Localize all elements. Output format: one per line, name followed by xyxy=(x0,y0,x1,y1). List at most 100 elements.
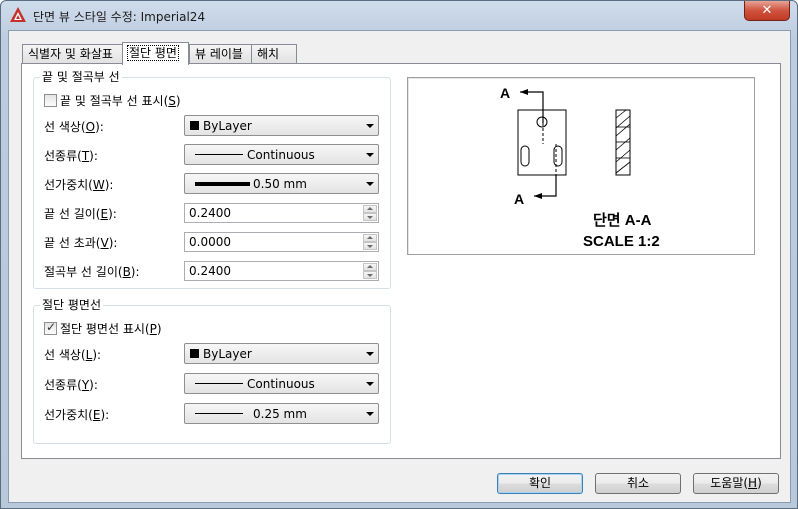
cp-linetype-dropdown[interactable]: Continuous xyxy=(184,373,379,394)
lineweight-dropdown[interactable]: 0.50 mm xyxy=(184,173,379,194)
checkbox-box[interactable]: ✓ xyxy=(44,320,57,335)
scale-label: SCALE 1:2 xyxy=(583,233,660,250)
color-swatch xyxy=(190,121,199,130)
dropdown-value: ByLayer xyxy=(203,119,252,133)
section-hatch xyxy=(615,109,631,174)
tab-label: 해치 xyxy=(257,47,280,61)
dialog-client-area: 식별자 및 화살표 절단 평면 뷰 레이블 해치 끝 및 절곡부 선 끝 및 절… xyxy=(8,30,791,503)
arrow-up-icon xyxy=(367,236,373,239)
bend-line-length-label: 절곡부 선 길이(B): xyxy=(44,265,140,279)
arrow-top xyxy=(520,89,528,95)
cutting-plane-lines-group: 절단 평면선 ✓ 절단 평면선 표시(P) 선 색상(L): ByLayer 선종… xyxy=(33,298,391,444)
label-suffix: ) xyxy=(156,322,162,336)
chevron-down-icon xyxy=(366,412,374,416)
dialog-window: 단면 뷰 스타일 수정: Imperial24 ✕ 식별자 및 화살표 절단 평… xyxy=(0,0,798,509)
spin-up-button[interactable] xyxy=(363,205,377,213)
spinner-value: 0.0000 xyxy=(189,235,231,249)
line-color-label: 선 색상(O): xyxy=(44,120,104,134)
chevron-down-icon xyxy=(366,124,374,128)
arrow-down-icon xyxy=(367,274,373,277)
spin-up-button[interactable] xyxy=(363,263,377,271)
arrow-up-icon xyxy=(367,207,373,210)
section-view-preview: A A 단면 A-A SCALE 1:2 xyxy=(407,77,755,255)
linetype-dropdown[interactable]: Continuous xyxy=(184,144,379,165)
label-suffix: ) xyxy=(757,476,762,490)
chevron-down-icon xyxy=(366,382,374,386)
linetype-label: 선종류(T): xyxy=(44,149,98,163)
checkbox-label: 절단 평면선 표시( xyxy=(60,322,150,336)
tab-view-label[interactable]: 뷰 레이블 xyxy=(189,44,252,64)
tab-label: 뷰 레이블 xyxy=(195,47,243,61)
mnemonic: P xyxy=(149,322,157,336)
cancel-button[interactable]: 취소 xyxy=(595,473,681,494)
lineweight-label: 선가중치(W): xyxy=(44,178,114,192)
chevron-down-icon xyxy=(366,182,374,186)
label-suffix: ) xyxy=(175,94,181,108)
tab-identifiers-arrows[interactable]: 식별자 및 화살표 xyxy=(22,44,123,64)
chevron-down-icon xyxy=(366,352,374,356)
spin-up-button[interactable] xyxy=(363,234,377,242)
bend-line-length-spinner[interactable]: 0.2400 xyxy=(184,261,379,281)
end-line-overshoot-spinner[interactable]: 0.0000 xyxy=(184,232,379,252)
spin-down-button[interactable] xyxy=(363,242,377,250)
close-button[interactable]: ✕ xyxy=(744,1,790,21)
cp-lineweight-label: 선가중치(E): xyxy=(44,408,110,422)
group-title: 절단 평면선 xyxy=(40,298,104,312)
autocad-app-icon xyxy=(10,7,26,22)
end-bend-lines-group: 끝 및 절곡부 선 끝 및 절곡부 선 표시(S) 선 색상(O): ByLay… xyxy=(33,70,391,289)
cutting-plane-panel: 끝 및 절곡부 선 끝 및 절곡부 선 표시(S) 선 색상(O): ByLay… xyxy=(21,63,781,459)
button-label: 도움말( xyxy=(710,476,749,490)
arrow-bottom xyxy=(534,193,542,199)
end-line-length-spinner[interactable]: 0.2400 xyxy=(184,203,379,223)
ok-button[interactable]: 확인 xyxy=(497,473,583,494)
spinner-value: 0.2400 xyxy=(189,264,231,278)
title-bar[interactable]: 단면 뷰 스타일 수정: Imperial24 ✕ xyxy=(1,1,797,29)
button-label: 확인 xyxy=(528,476,552,490)
end-line-length-label: 끝 선 길이(E): xyxy=(44,207,117,221)
cutting-line-bottom xyxy=(534,175,557,197)
mnemonic: S xyxy=(168,94,176,108)
part-slot-right xyxy=(553,145,563,167)
part-hole xyxy=(536,116,548,128)
arrow-down-icon xyxy=(367,245,373,248)
help-button[interactable]: 도움말(H) xyxy=(693,473,779,494)
close-icon: ✕ xyxy=(761,3,773,18)
linetype-sample xyxy=(195,383,243,384)
line-color-dropdown[interactable]: ByLayer xyxy=(184,115,379,136)
spin-down-button[interactable] xyxy=(363,271,377,279)
dropdown-value: Continuous xyxy=(247,377,315,391)
cp-lineweight-dropdown[interactable]: 0.25 mm xyxy=(184,403,379,424)
tab-hatch[interactable]: 해치 xyxy=(251,44,297,64)
lineweight-sample xyxy=(195,413,243,414)
tab-label: 절단 평면 xyxy=(127,45,179,61)
dropdown-value: 0.25 mm xyxy=(253,407,307,421)
spinner-value: 0.2400 xyxy=(189,206,231,220)
section-title-label: 단면 A-A xyxy=(593,212,652,229)
preview-drawing: A A 단면 A-A SCALE 1:2 xyxy=(500,85,660,250)
checkmark-icon: ✓ xyxy=(46,320,57,334)
part-slot-left xyxy=(520,145,530,167)
tab-cutting-plane[interactable]: 절단 평면 xyxy=(122,42,189,65)
identifier-top-label: A xyxy=(500,85,510,101)
identifier-bottom-label: A xyxy=(514,191,524,207)
show-cutting-plane-checkbox[interactable]: ✓ 절단 평면선 표시(P) xyxy=(44,320,162,338)
linetype-sample xyxy=(195,154,243,155)
arrow-up-icon xyxy=(367,265,373,268)
part-outline xyxy=(517,109,567,176)
dropdown-value: 0.50 mm xyxy=(253,177,307,191)
window-title: 단면 뷰 스타일 수정: Imperial24 xyxy=(33,10,206,24)
checkbox-label: 끝 및 절곡부 선 표시( xyxy=(60,94,169,108)
color-swatch xyxy=(190,349,199,358)
group-title: 끝 및 절곡부 선 xyxy=(40,70,122,84)
cp-line-color-label: 선 색상(L): xyxy=(44,348,102,362)
end-line-overshoot-label: 끝 선 초과(V): xyxy=(44,236,118,250)
checkbox-box[interactable] xyxy=(44,94,57,107)
section-outline xyxy=(615,109,631,176)
spin-down-button[interactable] xyxy=(363,213,377,221)
show-end-bend-lines-checkbox[interactable]: 끝 및 절곡부 선 표시(S) xyxy=(44,94,181,110)
dropdown-value: Continuous xyxy=(247,148,315,162)
chevron-down-icon xyxy=(366,153,374,157)
cp-line-color-dropdown[interactable]: ByLayer xyxy=(184,343,379,364)
arrow-down-icon xyxy=(367,216,373,219)
mnemonic: H xyxy=(748,476,758,490)
